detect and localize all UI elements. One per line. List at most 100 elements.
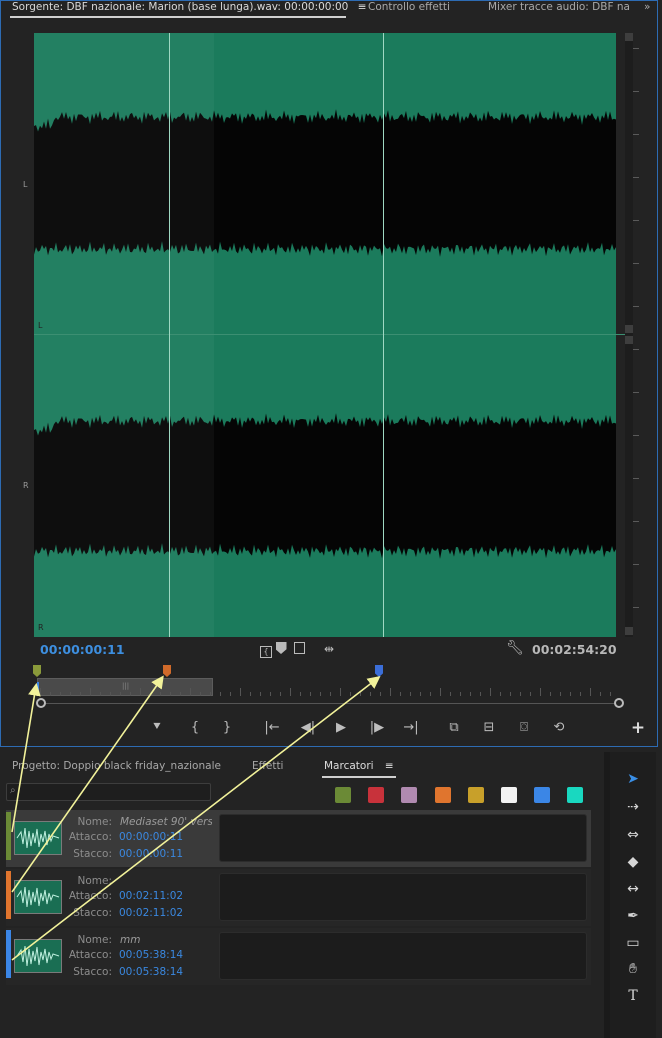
marker-comment-field[interactable]	[219, 932, 587, 980]
marker-row[interactable]: Nome: Attacco: 00:02:11:02 Stacco: 00:02…	[6, 869, 591, 926]
ruler-tick	[260, 692, 261, 696]
drag-audio-icon[interactable]: ⇹	[324, 642, 334, 656]
ruler-tick	[270, 692, 271, 696]
scroll-handle[interactable]	[625, 336, 633, 344]
ruler-tick	[530, 692, 531, 696]
slip-tool-icon[interactable]: ↔	[621, 878, 645, 900]
marker-comment-field[interactable]	[219, 873, 587, 921]
step-forward-icon[interactable]: |▶	[367, 718, 387, 738]
meter-tick	[633, 177, 639, 178]
ruler-tick	[480, 692, 481, 696]
current-timecode[interactable]: 00:00:00:11	[40, 642, 125, 657]
marker-comment-field[interactable]	[219, 814, 587, 862]
zoom-handle-left[interactable]	[36, 698, 46, 708]
replace-icon[interactable]: ⟲	[549, 718, 569, 738]
color-filter-swatch[interactable]	[534, 787, 551, 803]
display-options-icons[interactable]: {	[260, 642, 320, 658]
marker-out-timecode[interactable]: 00:02:11:02	[119, 907, 183, 919]
out-label: Stacco:	[73, 966, 112, 978]
zoom-bar-line	[40, 703, 620, 704]
playhead[interactable]	[37, 682, 39, 696]
overwrite-icon[interactable]: ⊟	[479, 718, 499, 738]
channel-label-left: L	[23, 180, 28, 189]
shield-icon[interactable]	[275, 642, 287, 654]
tab-markers[interactable]: Marcatori ≡	[324, 760, 394, 772]
marker-name[interactable]: mm	[120, 934, 212, 946]
razor-tool-icon[interactable]: ◆	[621, 851, 645, 873]
marker-search-input[interactable]: ⌕	[6, 783, 211, 801]
tab-audio-mixer[interactable]: Mixer tracce audio: DBF na	[488, 0, 630, 20]
ruler-tick	[70, 692, 71, 696]
add-marker-icon[interactable]: ⯆	[147, 718, 167, 738]
audio-thumbnail	[14, 939, 62, 973]
track-select-tool-icon[interactable]: ⇢	[621, 796, 645, 818]
marker-out-timecode[interactable]: 00:05:38:14	[119, 966, 183, 978]
marker-name[interactable]: Mediaset 90' vers...	[120, 816, 212, 828]
panel-menu-icon[interactable]: ≡	[385, 760, 394, 772]
ruler-tick	[130, 692, 131, 696]
mark-in-icon[interactable]: {	[185, 718, 205, 738]
ruler-tick	[190, 688, 191, 696]
channel-label-right: R	[23, 481, 29, 490]
wrench-icon[interactable]: 🔧︎	[506, 640, 524, 656]
zoom-handle-right[interactable]	[614, 698, 624, 708]
marker-in-timecode[interactable]: 00:00:00:11	[119, 831, 183, 843]
go-to-in-icon[interactable]: |←	[262, 718, 282, 738]
color-filter-swatch[interactable]	[501, 787, 517, 803]
color-filter-swatch[interactable]	[567, 787, 584, 803]
marker-in-timecode[interactable]: 00:05:38:14	[119, 949, 183, 961]
marker-out-timecode[interactable]: 00:00:00:11	[119, 848, 183, 860]
marker-row[interactable]: Nome: Mediaset 90' vers... Attacco: 00:0…	[6, 810, 591, 867]
channel-tag-right: R	[38, 623, 44, 632]
ruler-tick	[160, 692, 161, 696]
ruler-tick	[300, 692, 301, 696]
meter-tick	[633, 435, 639, 436]
play-icon[interactable]: ▶	[331, 718, 351, 738]
camera-icon[interactable]: ⌼	[514, 718, 534, 738]
go-to-out-icon[interactable]: →|	[401, 718, 421, 738]
insert-icon[interactable]: ⧉	[444, 718, 464, 738]
ruler-tick	[460, 692, 461, 696]
scroll-handle[interactable]	[625, 325, 633, 333]
meter-tick	[633, 134, 639, 135]
color-filter-swatch[interactable]	[335, 787, 351, 803]
ruler-tick	[370, 692, 371, 696]
type-tool-icon[interactable]: T	[621, 985, 645, 1007]
tab-overflow-icon[interactable]: »	[644, 0, 650, 20]
tab-effect-controls[interactable]: Controllo effetti	[368, 0, 450, 20]
settings-bracket-icon[interactable]: {	[260, 646, 272, 658]
in-label: Attacco:	[68, 890, 112, 902]
tab-project[interactable]: Progetto: Doppio black friday_nazionale	[12, 760, 221, 772]
hand-tool-icon[interactable]: ✋︎	[621, 958, 645, 980]
in-label: Attacco:	[68, 949, 112, 961]
marker-row[interactable]: Nome: mm Attacco: 00:05:38:14 Stacco: 00…	[6, 928, 591, 985]
ripple-edit-tool-icon[interactable]: ⇔	[621, 824, 645, 846]
pen-tool-icon[interactable]: ✒	[621, 905, 645, 927]
add-button-icon[interactable]: +	[628, 718, 648, 738]
ruler-tick	[280, 692, 281, 696]
meter-tick	[633, 392, 639, 393]
scroll-handle-top[interactable]	[625, 33, 633, 41]
film-icon[interactable]	[294, 642, 305, 654]
scroll-handle-bottom[interactable]	[625, 627, 633, 635]
ruler-tick	[410, 692, 411, 696]
color-filter-swatch[interactable]	[368, 787, 385, 803]
ruler-tick	[440, 688, 441, 696]
ruler-tick	[90, 688, 91, 696]
rectangle-tool-icon[interactable]: ▭	[621, 932, 645, 954]
meter-tick	[633, 306, 639, 307]
panel-menu-icon[interactable]: ≡	[358, 1, 367, 13]
mark-out-icon[interactable]: }	[217, 718, 237, 738]
vertical-zoom-scrollbar[interactable]	[625, 33, 633, 637]
marker-in-timecode[interactable]: 00:02:11:02	[119, 890, 183, 902]
ruler-tick	[390, 688, 391, 696]
color-filter-swatch[interactable]	[434, 787, 451, 803]
ruler-tick	[320, 692, 321, 696]
step-back-icon[interactable]: ◀|	[298, 718, 318, 738]
color-filter-swatch[interactable]	[401, 787, 418, 803]
tab-effects[interactable]: Effetti	[252, 760, 283, 772]
tab-active-indicator	[10, 16, 346, 18]
color-filter-swatch[interactable]	[467, 787, 484, 803]
ruler-tick	[490, 688, 491, 696]
selection-tool-icon[interactable]: ➤	[621, 768, 645, 790]
